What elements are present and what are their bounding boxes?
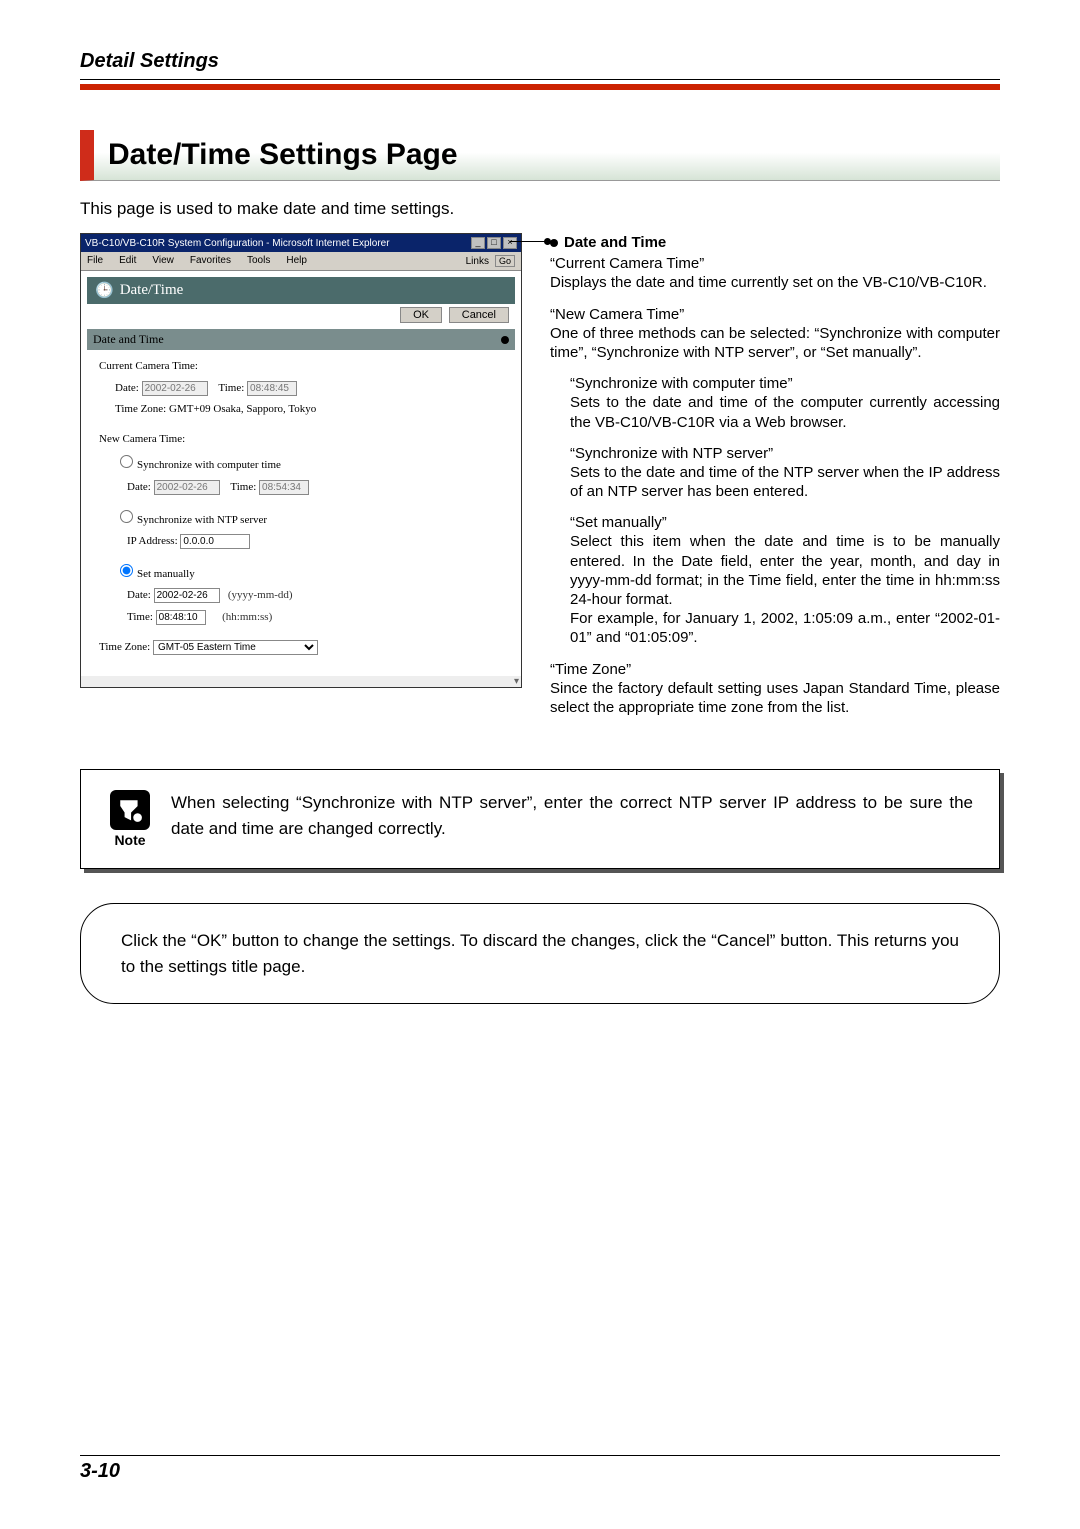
date-label: Date: bbox=[115, 382, 139, 394]
desc-heading: Date and Time bbox=[550, 233, 1000, 252]
desc-sub1-body: Displays the date and time currently set… bbox=[550, 274, 987, 291]
ok-button[interactable]: OK bbox=[400, 307, 442, 323]
desc-sub4-body: Sets to the date and time of the NTP ser… bbox=[570, 464, 1000, 500]
date-label-2: Date: bbox=[127, 481, 151, 493]
section-heading: Date and Time bbox=[87, 329, 515, 350]
browser-screenshot: VB-C10/VB-C10R System Configuration - Mi… bbox=[80, 233, 522, 688]
desc-heading-text: Date and Time bbox=[564, 233, 666, 252]
clock-icon: 🕒 bbox=[95, 281, 114, 300]
callout-dot-icon bbox=[501, 336, 509, 344]
time-label-3: Time: bbox=[127, 611, 153, 623]
note-label: Note bbox=[107, 832, 153, 848]
desc-sub6-title: “Time Zone” bbox=[550, 661, 631, 678]
time-label: Time: bbox=[218, 382, 244, 394]
menu-help[interactable]: Help bbox=[286, 255, 307, 267]
menu-view[interactable]: View bbox=[152, 255, 174, 267]
minimize-icon: _ bbox=[471, 237, 485, 249]
accent-bar bbox=[80, 84, 1000, 90]
description-column: Date and Time “Current Camera Time” Disp… bbox=[550, 233, 1000, 729]
opt-sync-ntp: Synchronize with NTP server bbox=[137, 514, 267, 526]
opt-set-manually: Set manually bbox=[137, 568, 195, 580]
close-icon: × bbox=[503, 237, 517, 249]
scroll-indicator-icon: ▾ bbox=[81, 676, 521, 687]
tz-select[interactable]: GMT-05 Eastern Time bbox=[153, 640, 318, 655]
links-label: Links bbox=[466, 256, 489, 267]
time-label-2: Time: bbox=[230, 481, 256, 493]
desc-sub4-title: “Synchronize with NTP server” bbox=[570, 445, 773, 462]
menu-tools[interactable]: Tools bbox=[247, 255, 270, 267]
section-header: Detail Settings bbox=[80, 50, 1000, 80]
desc-sub3-title: “Synchronize with computer time” bbox=[570, 375, 793, 392]
new-time-label: New Camera Time: bbox=[99, 431, 503, 449]
comp-date-field bbox=[154, 480, 220, 495]
desc-sub2-title: “New Camera Time” bbox=[550, 306, 684, 323]
tz-label-select: Time Zone: bbox=[99, 641, 150, 653]
cancel-button[interactable]: Cancel bbox=[449, 307, 509, 323]
intro-text: This page is used to make date and time … bbox=[80, 199, 1000, 219]
instruction-box: Click the “OK” button to change the sett… bbox=[80, 903, 1000, 1004]
window-titlebar: VB-C10/VB-C10R System Configuration - Mi… bbox=[81, 234, 521, 252]
note-icon bbox=[110, 790, 150, 830]
date-label-3: Date: bbox=[127, 589, 151, 601]
desc-sub1-title: “Current Camera Time” bbox=[550, 255, 704, 272]
callout-line-icon bbox=[510, 241, 550, 242]
page-footer: 3-10 bbox=[80, 1455, 1000, 1483]
ip-label: IP Address: bbox=[127, 535, 178, 547]
hint-time: (hh:mm:ss) bbox=[222, 611, 272, 623]
menu-file[interactable]: File bbox=[87, 255, 103, 267]
radio-sync-computer[interactable] bbox=[120, 455, 133, 468]
desc-sub3-body: Sets to the date and time of the compute… bbox=[570, 394, 1000, 430]
desc-sub2-body: One of three methods can be selected: “S… bbox=[550, 325, 1000, 361]
desc-sub6-body: Since the factory default setting uses J… bbox=[550, 680, 1000, 716]
manual-time-field[interactable] bbox=[156, 610, 206, 625]
tz-value-current: GMT+09 Osaka, Sapporo, Tokyo bbox=[169, 403, 316, 415]
window-title: VB-C10/VB-C10R System Configuration - Mi… bbox=[85, 238, 390, 249]
menu-favorites[interactable]: Favorites bbox=[190, 255, 231, 267]
comp-time-field bbox=[259, 480, 309, 495]
ip-field[interactable] bbox=[180, 534, 250, 549]
note-box: Note When selecting “Synchronize with NT… bbox=[80, 769, 1000, 869]
opt-sync-computer: Synchronize with computer time bbox=[137, 459, 281, 471]
browser-menubar: File Edit View Favorites Tools Help Link… bbox=[81, 252, 521, 271]
current-time-field bbox=[247, 381, 297, 396]
go-button[interactable]: Go bbox=[495, 255, 515, 267]
panel-title: Date/Time bbox=[120, 282, 184, 299]
maximize-icon: □ bbox=[487, 237, 501, 249]
desc-sub5-title: “Set manually” bbox=[570, 514, 667, 531]
manual-date-field[interactable] bbox=[154, 588, 220, 603]
radio-set-manually[interactable] bbox=[120, 564, 133, 577]
page-title-box: Date/Time Settings Page bbox=[80, 130, 1000, 181]
note-text: When selecting “Synchronize with NTP ser… bbox=[171, 790, 973, 848]
desc-sub5-body: Select this item when the date and time … bbox=[570, 533, 1000, 608]
page-title: Date/Time Settings Page bbox=[108, 138, 986, 172]
section-title: Date and Time bbox=[93, 332, 164, 346]
current-date-field bbox=[142, 381, 208, 396]
current-time-label: Current Camera Time: bbox=[99, 358, 503, 376]
panel-header: 🕒 Date/Time bbox=[87, 277, 515, 304]
hint-date: (yyyy-mm-dd) bbox=[228, 589, 293, 601]
desc-sub5-example: For example, for January 1, 2002, 1:05:0… bbox=[570, 610, 1000, 646]
menu-edit[interactable]: Edit bbox=[119, 255, 136, 267]
radio-sync-ntp[interactable] bbox=[120, 510, 133, 523]
tz-label-current: Time Zone: bbox=[115, 403, 166, 415]
